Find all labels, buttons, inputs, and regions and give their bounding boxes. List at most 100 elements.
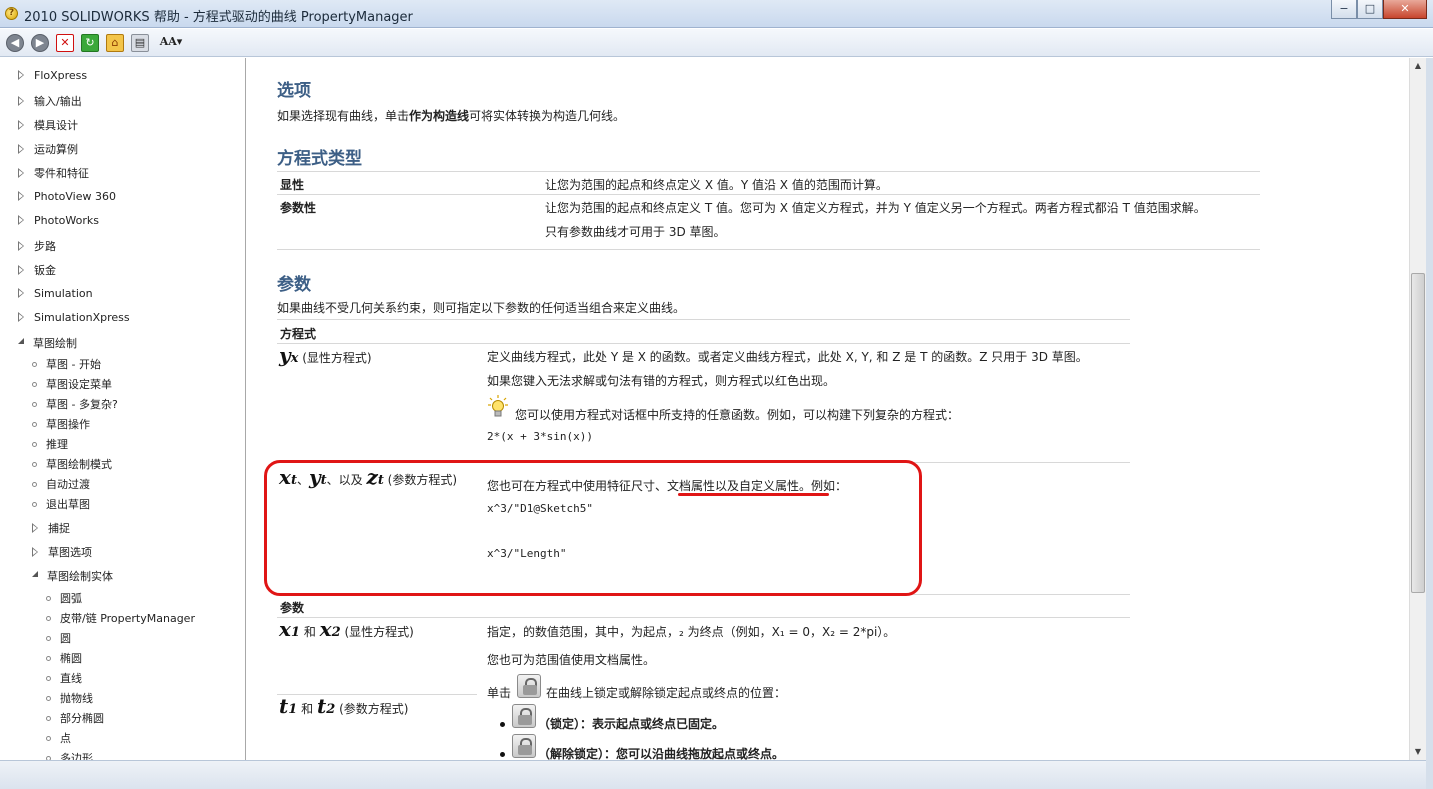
sidebar-item[interactable]: 步路: [18, 238, 56, 254]
window-frame-right: [1426, 58, 1433, 789]
sidebar-item[interactable]: 草图设定菜单: [32, 376, 112, 392]
eqtype-term-parametric: 参数性: [280, 201, 317, 215]
sidebar-item-label: 点: [60, 732, 71, 745]
sidebar-item[interactable]: 模具设计: [18, 117, 78, 133]
expand-triangle-icon[interactable]: [32, 523, 41, 533]
sidebar-item[interactable]: 圆: [46, 630, 71, 646]
sidebar-item-label: 草图绘制模式: [46, 458, 112, 471]
sidebar-item[interactable]: 多边形: [46, 750, 93, 760]
expand-triangle-icon[interactable]: [18, 144, 27, 154]
sidebar-item-label: PhotoWorks: [34, 214, 99, 227]
sidebar-item[interactable]: FloXpress: [18, 69, 87, 82]
back-icon[interactable]: ◀: [6, 34, 24, 52]
bullet-icon: [32, 482, 37, 487]
home-icon[interactable]: ⌂: [106, 34, 124, 52]
sidebar-item[interactable]: PhotoWorks: [18, 214, 99, 227]
collapse-triangle-icon[interactable]: [32, 571, 41, 580]
sidebar-item[interactable]: 直线: [46, 670, 82, 686]
print-icon[interactable]: ▤: [131, 34, 149, 52]
scroll-up-icon[interactable]: ▲: [1410, 58, 1426, 74]
forward-icon[interactable]: ▶: [31, 34, 49, 52]
expand-triangle-icon[interactable]: [18, 265, 27, 275]
sidebar-item[interactable]: SimulationXpress: [18, 311, 130, 324]
x12-x1: x: [279, 617, 291, 641]
t12-t2: t: [316, 694, 327, 718]
bullet-icon: [46, 656, 51, 661]
bullet-icon: [46, 696, 51, 701]
sidebar-item[interactable]: 草图绘制实体: [32, 568, 113, 584]
sidebar-item[interactable]: 草图 - 开始: [32, 356, 101, 372]
t1-t2-symbol: t1 和 t2 (参数方程式): [279, 694, 408, 718]
expand-triangle-icon[interactable]: [18, 191, 27, 201]
sidebar-item[interactable]: 自动过渡: [32, 476, 90, 492]
t12-label: (参数方程式): [339, 702, 409, 716]
sidebar-item[interactable]: 草图操作: [32, 416, 90, 432]
t12-s2: 2: [326, 702, 336, 717]
click-lock-before: 单击: [487, 686, 512, 700]
sidebar-item[interactable]: 推理: [32, 436, 68, 452]
minimize-button[interactable]: −: [1331, 0, 1357, 19]
sidebar-item[interactable]: 草图选项: [32, 544, 92, 560]
expand-triangle-icon[interactable]: [18, 241, 27, 251]
maximize-button[interactable]: □: [1357, 0, 1383, 19]
sidebar-item[interactable]: 抛物线: [46, 690, 93, 706]
sidebar-item[interactable]: PhotoView 360: [18, 190, 116, 203]
help-content: 选项 如果选择现有曲线，单击作为构造线可将实体转换为构造几何线。 方程式类型 显…: [247, 58, 1409, 760]
refresh-icon[interactable]: ↻: [81, 34, 99, 52]
options-text-after: 可将实体转换为构造几何线。: [469, 109, 626, 123]
lock-button-icon[interactable]: [517, 674, 541, 698]
sidebar-item[interactable]: 运动算例: [18, 141, 78, 157]
t12-t1: t: [279, 694, 289, 718]
sidebar-item[interactable]: 圆弧: [46, 590, 82, 606]
locked-icon: [512, 704, 536, 728]
expand-triangle-icon[interactable]: [18, 96, 27, 106]
sidebar-item[interactable]: Simulation: [18, 287, 93, 300]
sidebar-item[interactable]: 草图 - 多复杂?: [32, 396, 118, 412]
content-scrollbar[interactable]: ▲ ▼: [1409, 58, 1426, 760]
sidebar-item[interactable]: 零件和特征: [18, 165, 89, 181]
expand-triangle-icon[interactable]: [18, 215, 27, 225]
t12-and: 和: [301, 702, 314, 716]
sidebar-item[interactable]: 草图绘制: [18, 335, 77, 351]
bullet-icon: [32, 502, 37, 507]
bullet-icon: [46, 636, 51, 641]
stop-icon[interactable]: ✕: [56, 34, 74, 52]
sidebar-item[interactable]: 输入/输出: [18, 93, 82, 109]
sidebar-item[interactable]: 椭圆: [46, 650, 82, 666]
code-example-1: 2*(x + 3*sin(x)): [487, 430, 593, 443]
font-size-icon[interactable]: AA▾: [156, 34, 186, 52]
bullet-icon: [46, 716, 51, 721]
sidebar-item[interactable]: 退出草图: [32, 496, 90, 512]
x12-x2: x: [319, 617, 332, 641]
equation-label: 方程式: [280, 327, 317, 341]
collapse-triangle-icon[interactable]: [18, 338, 27, 347]
sidebar-item[interactable]: 草图绘制模式: [32, 456, 112, 472]
sidebar-item-label: 钣金: [34, 264, 56, 277]
sidebar-item-label: 草图操作: [46, 418, 90, 431]
close-button[interactable]: ✕: [1383, 0, 1427, 19]
sidebar-item-label: 圆: [60, 632, 71, 645]
expand-triangle-icon[interactable]: [18, 168, 27, 178]
sidebar-item[interactable]: 部分椭圆: [46, 710, 104, 726]
sidebar-item[interactable]: 点: [46, 730, 71, 746]
sidebar-item-label: PhotoView 360: [34, 190, 116, 203]
scroll-thumb[interactable]: [1411, 273, 1425, 593]
expand-triangle-icon[interactable]: [18, 120, 27, 130]
expand-triangle-icon[interactable]: [18, 288, 27, 298]
sidebar-item[interactable]: 皮带/链 PropertyManager: [46, 610, 195, 626]
bullet-icon: [32, 422, 37, 427]
sidebar-item-label: 草图设定菜单: [46, 378, 112, 391]
scroll-down-icon[interactable]: ▼: [1410, 744, 1426, 760]
status-bar: [0, 760, 1426, 789]
sidebar-item-label: 直线: [60, 672, 82, 685]
expand-triangle-icon[interactable]: [18, 70, 27, 80]
expand-triangle-icon[interactable]: [32, 547, 41, 557]
x12-desc-2: 您也可为范围值使用文档属性。: [487, 653, 656, 667]
x1-x2-symbol: x1 和 x2 (显性方程式): [279, 617, 414, 641]
expand-triangle-icon[interactable]: [18, 312, 27, 322]
sidebar-item[interactable]: 钣金: [18, 262, 56, 278]
tip-bulb-icon: [488, 395, 508, 417]
bullet-icon: [32, 402, 37, 407]
sidebar-item[interactable]: 捕捉: [32, 520, 70, 536]
bullet-icon: [46, 616, 51, 621]
